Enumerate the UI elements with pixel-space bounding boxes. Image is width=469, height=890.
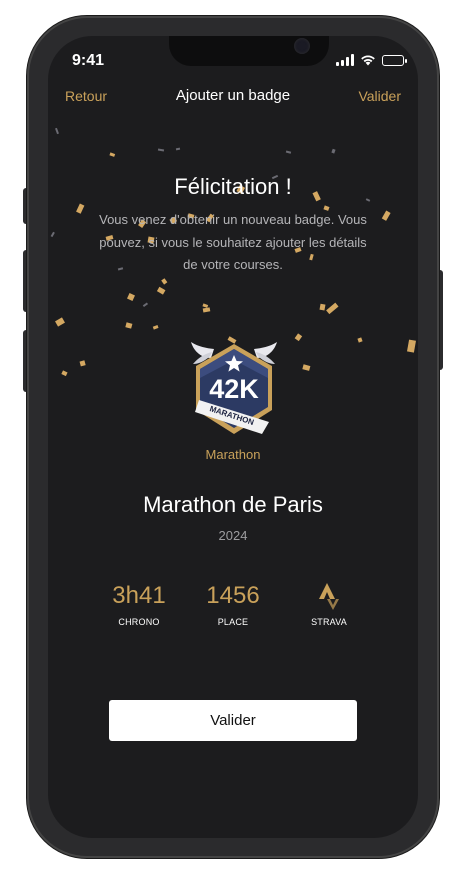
- stat-chrono-value: 3h41: [112, 582, 166, 609]
- race-title: Marathon de Paris: [143, 492, 323, 517]
- race-year: 2024: [218, 528, 248, 543]
- strava-icon[interactable]: [279, 582, 379, 612]
- stat-strava-label: STRAVA: [311, 617, 347, 627]
- validate-button[interactable]: Valider: [109, 700, 357, 741]
- signal-icon: [336, 54, 354, 66]
- wifi-icon: [361, 55, 375, 66]
- status-time: 9:41: [72, 52, 105, 69]
- stat-strava[interactable]: STRAVA: [279, 582, 379, 627]
- stat-place-label: PLACE: [217, 617, 249, 627]
- stat-chrono: 3h41 CHRONO: [89, 582, 189, 627]
- phone-screen: 9:41 Retour Ajouter un badge Valider Fél…: [48, 36, 418, 838]
- congrats-message: Vous venez d'obtenir un nouveau badge. V…: [99, 212, 367, 272]
- header-validate-button[interactable]: Valider: [358, 88, 401, 104]
- device-notch: [169, 36, 329, 66]
- front-camera: [294, 38, 310, 54]
- wing-right-icon: [254, 342, 277, 358]
- status-icons: [336, 54, 407, 66]
- stat-place: 1456 PLACE: [183, 582, 283, 627]
- marathon-badge-icon: 42K MARATHON: [190, 338, 278, 442]
- badge-label: Marathon: [205, 447, 261, 462]
- stat-chrono-label: CHRONO: [118, 617, 160, 627]
- wing-left-icon: [191, 342, 214, 358]
- battery-icon: [382, 54, 407, 66]
- stat-place-value: 1456: [206, 582, 260, 609]
- badge-distance: 42K: [209, 374, 259, 404]
- congrats-heading: Félicitation !: [174, 174, 292, 199]
